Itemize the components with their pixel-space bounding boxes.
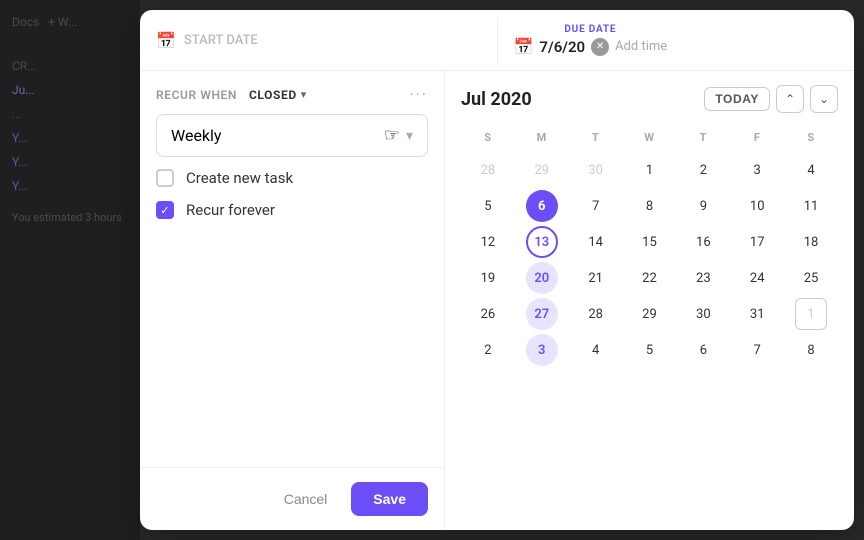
left-footer: Cancel Save — [140, 467, 444, 530]
calendar-panel: Jul 2020 TODAY ⌃ ⌄ S M T W T F S 28 29 — [445, 71, 854, 530]
start-date-field[interactable]: 📅 START DATE — [140, 17, 498, 64]
modal-body: RECUR WHEN CLOSED ▾ ··· Weekly ☞ ▾ — [140, 71, 854, 530]
day-header-t1: T — [569, 127, 623, 152]
day-header-f: F — [730, 127, 784, 152]
dropdown-arrow-icon: ▾ — [406, 128, 413, 144]
due-date-label: DUE DATE — [564, 24, 616, 35]
due-date-value: 7/6/20 — [539, 38, 585, 56]
create-new-task-checkbox[interactable] — [156, 169, 174, 187]
calendar-nav: TODAY ⌃ ⌄ — [704, 85, 838, 113]
create-new-task-label: Create new task — [186, 169, 293, 187]
cal-day-10[interactable]: 10 — [741, 190, 773, 222]
recur-forever-option[interactable]: ✓ Recur forever — [156, 201, 428, 219]
cal-day-30-prev[interactable]: 30 — [580, 154, 612, 186]
recur-menu-button[interactable]: ··· — [409, 85, 428, 104]
day-header-s2: S — [784, 127, 838, 152]
cal-day-30[interactable]: 30 — [687, 298, 719, 330]
cal-day-2[interactable]: 2 — [687, 154, 719, 186]
cal-day-8[interactable]: 8 — [633, 190, 665, 222]
clear-due-date-button[interactable]: ✕ — [591, 38, 609, 56]
recur-when-label: RECUR WHEN — [156, 88, 237, 102]
cal-day-1[interactable]: 1 — [633, 154, 665, 186]
cal-day-29-prev[interactable]: 29 — [526, 154, 558, 186]
cal-day-31[interactable]: 31 — [741, 298, 773, 330]
start-date-placeholder: START DATE — [184, 33, 258, 48]
recur-title[interactable]: RECUR WHEN CLOSED ▾ — [156, 85, 306, 104]
cal-day-3[interactable]: 3 — [741, 154, 773, 186]
day-header-m: M — [515, 127, 569, 152]
calendar-header: Jul 2020 TODAY ⌃ ⌄ — [461, 85, 838, 113]
cal-day-17[interactable]: 17 — [741, 226, 773, 258]
cal-day-8-next[interactable]: 8 — [795, 334, 827, 366]
cal-day-4-next[interactable]: 4 — [580, 334, 612, 366]
day-header-t2: T — [676, 127, 730, 152]
cal-day-11[interactable]: 11 — [795, 190, 827, 222]
create-new-task-option[interactable]: Create new task — [156, 169, 428, 187]
next-month-button[interactable]: ⌄ — [810, 85, 838, 113]
cal-day-4[interactable]: 4 — [795, 154, 827, 186]
cal-day-7-next[interactable]: 7 — [741, 334, 773, 366]
recur-forever-checkbox[interactable]: ✓ — [156, 201, 174, 219]
cal-day-7[interactable]: 7 — [580, 190, 612, 222]
cancel-button[interactable]: Cancel — [272, 483, 340, 515]
recur-closed-label: CLOSED — [249, 88, 297, 102]
cal-day-24[interactable]: 24 — [741, 262, 773, 294]
calendar-grid: S M T W T F S 28 29 30 1 2 3 4 5 6 7 8 — [461, 127, 838, 368]
modal-header: 📅 START DATE DUE DATE 📅 7/6/20 ✕ Add tim… — [140, 10, 854, 71]
cal-day-22[interactable]: 22 — [633, 262, 665, 294]
start-date-icon: 📅 — [156, 31, 176, 50]
cal-day-26[interactable]: 26 — [472, 298, 504, 330]
left-spacer — [140, 219, 444, 467]
modal: 📅 START DATE DUE DATE 📅 7/6/20 ✕ Add tim… — [140, 10, 854, 530]
frequency-value: Weekly — [171, 126, 222, 145]
cal-day-28[interactable]: 28 — [580, 298, 612, 330]
recur-header: RECUR WHEN CLOSED ▾ ··· — [140, 71, 444, 114]
cursor-icon: ☞ — [384, 125, 400, 146]
cal-day-5-next[interactable]: 5 — [633, 334, 665, 366]
calendar-month-label: Jul 2020 — [461, 89, 532, 110]
cal-day-29[interactable]: 29 — [633, 298, 665, 330]
recur-chevron-icon: ▾ — [301, 88, 307, 101]
day-header-s1: S — [461, 127, 515, 152]
cal-day-16[interactable]: 16 — [687, 226, 719, 258]
cal-day-6-today[interactable]: 6 — [526, 190, 558, 222]
cal-day-13-selected[interactable]: 13 — [526, 226, 558, 258]
due-date-row: 📅 7/6/20 ✕ Add time — [514, 37, 668, 56]
cal-day-14[interactable]: 14 — [580, 226, 612, 258]
cal-day-23[interactable]: 23 — [687, 262, 719, 294]
cal-day-15[interactable]: 15 — [633, 226, 665, 258]
cal-day-6-next[interactable]: 6 — [687, 334, 719, 366]
cal-day-21[interactable]: 21 — [580, 262, 612, 294]
frequency-dropdown[interactable]: Weekly ☞ ▾ — [156, 114, 428, 157]
due-date-icon: 📅 — [514, 37, 534, 56]
add-time-button[interactable]: Add time — [615, 39, 667, 54]
cal-day-5[interactable]: 5 — [472, 190, 504, 222]
today-button[interactable]: TODAY — [704, 87, 770, 111]
cal-day-18[interactable]: 18 — [795, 226, 827, 258]
cal-day-20[interactable]: 20 — [526, 262, 558, 294]
left-panel: RECUR WHEN CLOSED ▾ ··· Weekly ☞ ▾ — [140, 71, 445, 530]
cal-day-1-next[interactable]: 1 — [795, 298, 827, 330]
cal-day-2-next[interactable]: 2 — [472, 334, 504, 366]
cal-day-28-prev[interactable]: 28 — [472, 154, 504, 186]
due-date-field[interactable]: DUE DATE 📅 7/6/20 ✕ Add time — [498, 10, 855, 70]
cal-day-9[interactable]: 9 — [687, 190, 719, 222]
cal-day-27[interactable]: 27 — [526, 298, 558, 330]
option-list: Create new task ✓ Recur forever — [140, 169, 444, 219]
save-button[interactable]: Save — [351, 482, 428, 516]
prev-month-button[interactable]: ⌃ — [776, 85, 804, 113]
cal-day-12[interactable]: 12 — [472, 226, 504, 258]
cal-day-3-next[interactable]: 3 — [526, 334, 558, 366]
due-date-header: DUE DATE 📅 7/6/20 ✕ Add time — [514, 24, 668, 56]
day-header-w: W — [623, 127, 677, 152]
cal-day-25[interactable]: 25 — [795, 262, 827, 294]
cal-day-19[interactable]: 19 — [472, 262, 504, 294]
recur-forever-label: Recur forever — [186, 201, 275, 219]
